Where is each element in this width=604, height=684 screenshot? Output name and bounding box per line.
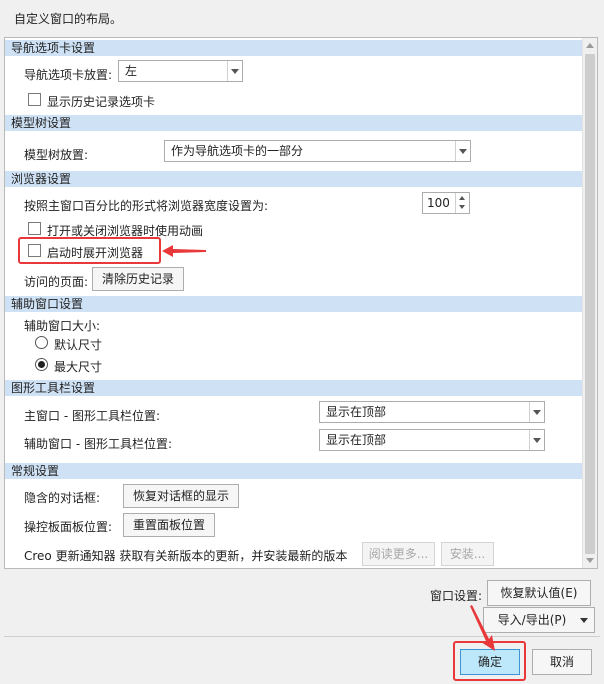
section-browser: 浏览器设置 <box>5 171 583 187</box>
restore-defaults-button[interactable]: 恢复默认值(E) <box>487 580 591 606</box>
hidden-dialogs-label: 隐含的对话框: <box>24 491 101 505</box>
spin-down-icon <box>459 205 465 209</box>
aux-toolbar-position-value: 显示在顶部 <box>326 433 387 447</box>
default-size-label: 默认尺寸 <box>54 338 103 352</box>
aux-size-label: 辅助窗口大小: <box>24 319 101 333</box>
section-graphics-toolbar: 图形工具栏设置 <box>5 380 583 396</box>
chevron-down-icon <box>455 141 470 161</box>
red-arrow-icon <box>162 245 206 257</box>
model-tree-placement-label: 模型树放置: <box>24 148 89 162</box>
dashboard-position-label: 操控板面板位置: <box>24 520 113 534</box>
import-export-button[interactable]: 导入/导出(P) <box>483 607 595 633</box>
install-button[interactable]: 安装... <box>441 542 494 566</box>
reset-panel-button[interactable]: 重置面板位置 <box>123 513 215 537</box>
show-history-checkbox[interactable] <box>28 93 41 106</box>
model-tree-placement-dropdown[interactable]: 作为导航选项卡的一部分 <box>164 140 471 162</box>
chevron-down-icon <box>529 402 544 422</box>
scroll-up-icon[interactable] <box>586 43 594 48</box>
expand-browser-label: 启动时展开浏览器 <box>47 246 144 260</box>
updater-text: Creo 更新通知器 获取有关新版本的更新，并安装最新的版本 <box>24 549 348 563</box>
aux-toolbar-position-label: 辅助窗口 - 图形工具栏位置: <box>24 437 173 451</box>
visited-pages-label: 访问的页面: <box>24 275 89 289</box>
section-aux-window: 辅助窗口设置 <box>5 296 583 312</box>
nav-tab-placement-value: 左 <box>125 64 138 78</box>
scrollbar-thumb[interactable] <box>585 54 595 554</box>
nav-tab-placement-label: 导航选项卡放置: <box>24 68 113 82</box>
vertical-scrollbar[interactable] <box>582 38 597 568</box>
main-toolbar-position-label: 主窗口 - 图形工具栏位置: <box>24 409 161 423</box>
divider <box>4 636 600 637</box>
restore-dialogs-button[interactable]: 恢复对话框的显示 <box>123 484 239 508</box>
chevron-down-icon <box>580 618 588 623</box>
main-toolbar-position-value: 显示在顶部 <box>326 405 387 419</box>
max-size-radio[interactable] <box>35 358 48 371</box>
spin-up-icon <box>459 196 465 200</box>
main-toolbar-position-dropdown[interactable]: 显示在顶部 <box>319 401 545 423</box>
read-more-button[interactable]: 阅读更多... <box>362 542 435 566</box>
expand-browser-checkbox[interactable] <box>28 244 41 257</box>
section-general: 常规设置 <box>5 463 583 479</box>
import-export-label: 导入/导出(P) <box>497 613 567 627</box>
settings-panel: 导航选项卡设置 导航选项卡放置: 左 显示历史记录选项卡 模型树设置 模型树放置… <box>4 37 598 569</box>
chevron-down-icon <box>529 430 544 450</box>
section-model-tree: 模型树设置 <box>5 115 583 131</box>
browser-width-spinner[interactable]: 100 <box>422 192 470 214</box>
clear-history-button[interactable]: 清除历史记录 <box>92 267 184 291</box>
chevron-down-icon <box>227 61 242 81</box>
nav-tab-placement-dropdown[interactable]: 左 <box>118 60 243 82</box>
animate-browser-checkbox[interactable] <box>28 222 41 235</box>
spinner-buttons[interactable] <box>455 193 469 213</box>
browser-width-label: 按照主窗口百分比的形式将浏览器宽度设置为: <box>24 199 269 213</box>
window-settings-label: 窗口设置: <box>430 589 483 603</box>
aux-toolbar-position-dropdown[interactable]: 显示在顶部 <box>319 429 545 451</box>
model-tree-placement-value: 作为导航选项卡的一部分 <box>171 144 304 158</box>
section-nav-tabs: 导航选项卡设置 <box>5 40 583 56</box>
max-size-label: 最大尺寸 <box>54 360 103 374</box>
cancel-button[interactable]: 取消 <box>532 649 592 675</box>
description-text: 自定义窗口的布局。 <box>14 12 123 26</box>
browser-width-value: 100 <box>427 196 450 210</box>
show-history-label: 显示历史记录选项卡 <box>47 95 156 109</box>
default-size-radio[interactable] <box>35 336 48 349</box>
scroll-down-icon[interactable] <box>586 558 594 563</box>
red-arrow-icon <box>470 605 495 651</box>
